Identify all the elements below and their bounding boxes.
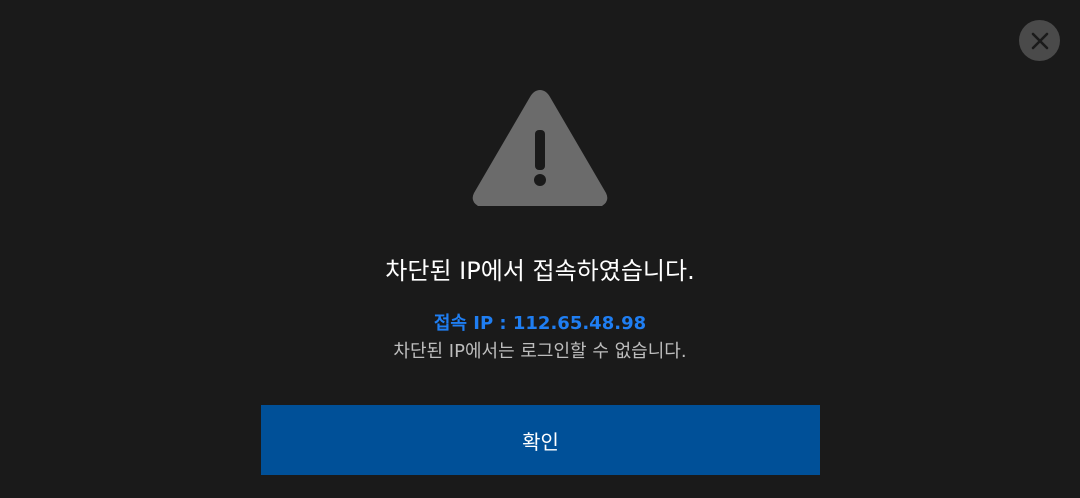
blocked-ip-dialog: 차단된 IP에서 접속하였습니다. 접속 IP : 112.65.48.98 차… — [0, 0, 1080, 498]
blocked-description: 차단된 IP에서는 로그인할 수 없습니다. — [393, 341, 687, 362]
access-ip-text: 접속 IP : 112.65.48.98 — [433, 313, 647, 334]
dialog-title: 차단된 IP에서 접속하였습니다. — [385, 257, 695, 285]
confirm-button[interactable]: 확인 — [261, 405, 820, 475]
close-icon — [1031, 32, 1048, 49]
close-button[interactable] — [1019, 20, 1060, 61]
footer-text-clipped — [0, 488, 1080, 498]
warning-triangle-icon — [472, 90, 608, 206]
